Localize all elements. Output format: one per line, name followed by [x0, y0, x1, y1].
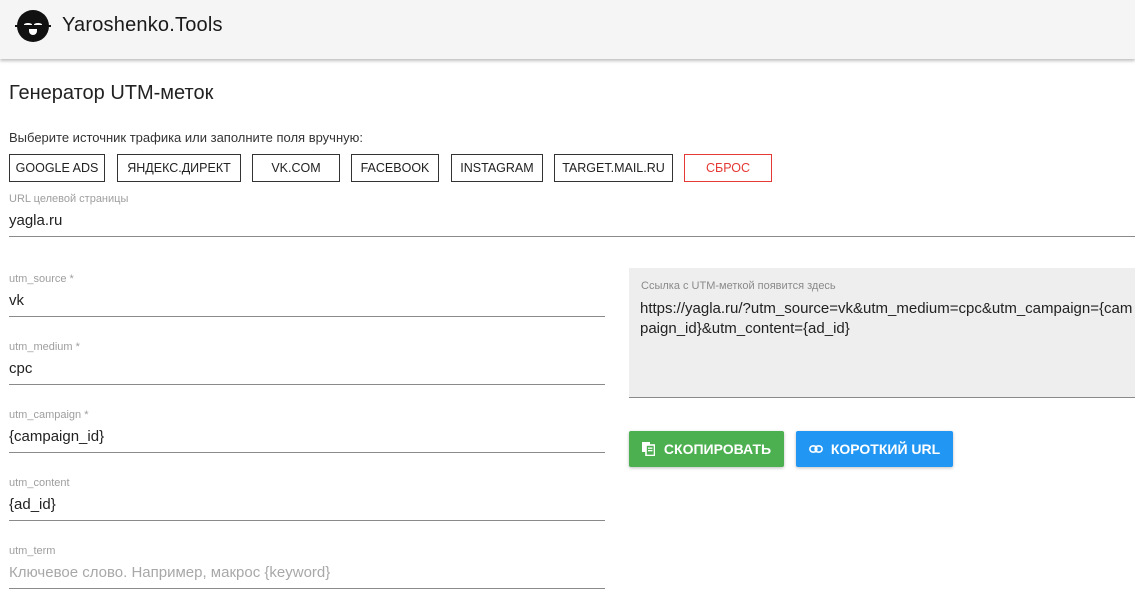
brand-title[interactable]: Yaroshenko.Tools [62, 14, 223, 37]
reset-button[interactable]: СБРОС [684, 154, 772, 182]
google-ads-button[interactable]: GOOGLE ADS [9, 154, 105, 182]
url-underline [9, 236, 1135, 237]
url-input[interactable] [9, 210, 1129, 230]
short-url-label: КОРОТКИЙ URL [830, 441, 941, 457]
sleepy-face-logo-icon[interactable] [15, 10, 51, 42]
copy-label: СКОПИРОВАТЬ [663, 441, 772, 457]
content-underline [9, 520, 605, 521]
medium-label: utm_medium * [9, 341, 80, 353]
source-underline [9, 316, 605, 317]
app-header: Yaroshenko.Tools [0, 0, 1135, 59]
utm-source-input[interactable] [9, 290, 599, 310]
utm-content-input[interactable] [9, 494, 599, 514]
utm-medium-input[interactable] [9, 358, 599, 378]
short-url-button[interactable]: КОРОТКИЙ URL [796, 431, 953, 467]
result-box[interactable]: Ссылка с UTM-меткой появится здесь https… [629, 268, 1135, 398]
term-underline [9, 588, 605, 589]
result-label: Ссылка с UTM-меткой появится здесь [641, 280, 836, 292]
source-label: utm_source * [9, 273, 74, 285]
campaign-underline [9, 452, 605, 453]
page-title: Генератор UTM-меток [9, 82, 214, 104]
term-label: utm_term [9, 545, 56, 557]
yandex-direct-button[interactable]: ЯНДЕКС.ДИРЕКТ [117, 154, 241, 182]
source-hint: Выберите источник трафика или заполните … [9, 130, 363, 145]
url-label: URL целевой страницы [9, 193, 129, 205]
result-url-text[interactable]: https://yagla.ru/?utm_source=vk&utm_medi… [640, 299, 1135, 339]
copy-icon [642, 442, 656, 456]
vk-button[interactable]: VK.COM [252, 154, 340, 182]
instagram-button[interactable]: INSTAGRAM [451, 154, 543, 182]
link-icon [808, 442, 823, 456]
target-mail-button[interactable]: TARGET.MAIL.RU [554, 154, 673, 182]
utm-term-input[interactable] [9, 562, 599, 582]
facebook-button[interactable]: FACEBOOK [351, 154, 439, 182]
campaign-label: utm_campaign * [9, 409, 89, 421]
medium-underline [9, 384, 605, 385]
utm-campaign-input[interactable] [9, 426, 599, 446]
copy-button[interactable]: СКОПИРОВАТЬ [629, 431, 784, 467]
content-label: utm_content [9, 477, 70, 489]
